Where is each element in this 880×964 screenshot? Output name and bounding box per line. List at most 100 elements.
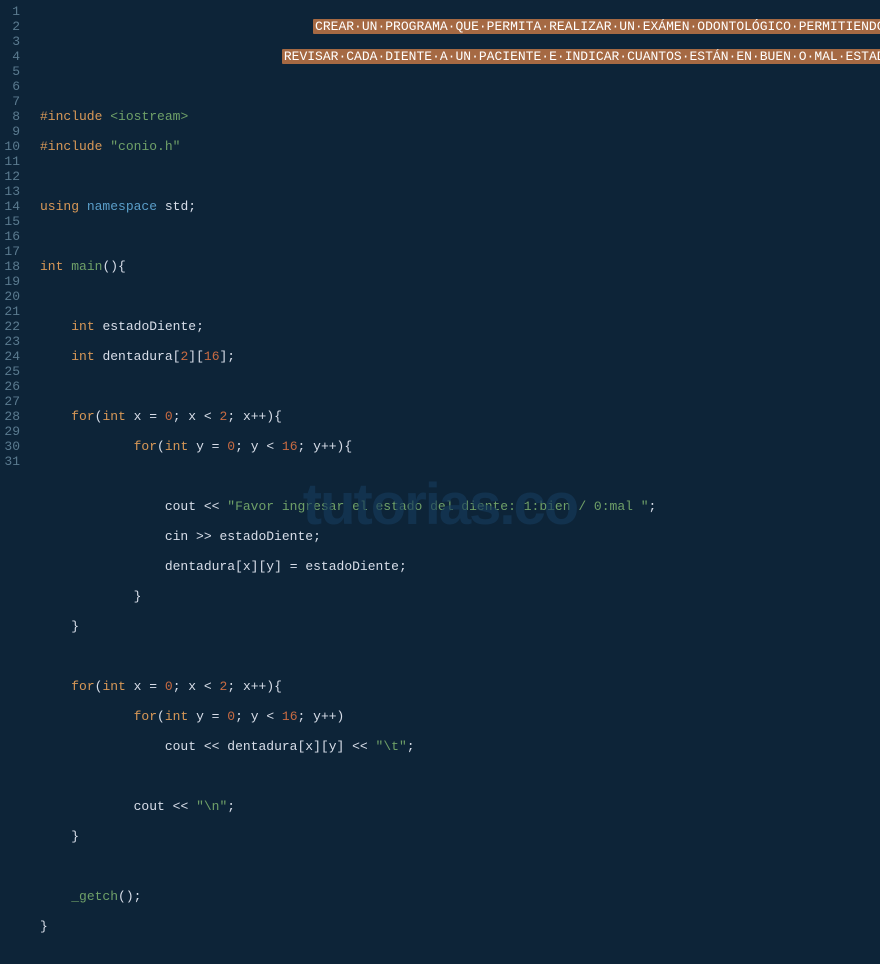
code-line — [40, 649, 880, 664]
line-number: 4 — [4, 49, 20, 64]
identifier: y — [329, 739, 337, 754]
code-line: cout << "\n"; — [40, 799, 880, 814]
comment-highlight: CREAR·UN·PROGRAMA·QUE·PERMITA·REALIZAR·U… — [313, 19, 880, 34]
keyword: for — [71, 409, 94, 424]
keyword: int — [165, 709, 188, 724]
line-number: 1 — [4, 4, 20, 19]
identifier: x — [134, 679, 142, 694]
line-number: 17 — [4, 244, 20, 259]
identifier: x — [305, 739, 313, 754]
string-literal: "\t" — [376, 739, 407, 754]
identifier: cin — [165, 529, 188, 544]
line-number: 13 — [4, 184, 20, 199]
line-number: 14 — [4, 199, 20, 214]
code-line: CREAR·UN·PROGRAMA·QUE·PERMITA·REALIZAR·U… — [40, 19, 880, 34]
keyword: int — [71, 349, 94, 364]
identifier: estadoDiente — [219, 529, 313, 544]
code-line: } — [40, 919, 880, 934]
code-line — [40, 859, 880, 874]
code-line — [40, 229, 880, 244]
code-line: #include <iostream> — [40, 109, 880, 124]
string-literal: "\n" — [196, 799, 227, 814]
identifier: estadoDiente — [305, 559, 399, 574]
line-number: 5 — [4, 64, 20, 79]
line-number: 25 — [4, 364, 20, 379]
line-number: 2 — [4, 19, 20, 34]
code-area[interactable]: CREAR·UN·PROGRAMA·QUE·PERMITA·REALIZAR·U… — [28, 0, 880, 560]
line-number: 22 — [4, 319, 20, 334]
code-line: for(int y = 0; y < 16; y++){ — [40, 439, 880, 454]
code-line — [40, 289, 880, 304]
code-line: int estadoDiente; — [40, 319, 880, 334]
line-number: 10 — [4, 139, 20, 154]
number: 0 — [165, 679, 173, 694]
code-line: using namespace std; — [40, 199, 880, 214]
code-line: _getch(); — [40, 889, 880, 904]
line-number: 26 — [4, 379, 20, 394]
code-line — [40, 379, 880, 394]
line-number: 21 — [4, 304, 20, 319]
line-number: 18 — [4, 259, 20, 274]
keyword: using — [40, 199, 79, 214]
number: 0 — [165, 409, 173, 424]
code-line: REVISAR·CADA·DIENTE·A·UN·PACIENTE·E·INDI… — [40, 49, 880, 64]
identifier: y — [313, 709, 321, 724]
line-number: 12 — [4, 169, 20, 184]
line-number: 16 — [4, 229, 20, 244]
line-number: 24 — [4, 349, 20, 364]
keyword: namespace — [87, 199, 157, 214]
keyword: int — [71, 319, 94, 334]
number: 2 — [180, 349, 188, 364]
line-number: 7 — [4, 94, 20, 109]
keyword: for — [134, 709, 157, 724]
function-call: _getch — [71, 889, 118, 904]
code-line: int dentadura[2][16]; — [40, 349, 880, 364]
keyword: int — [102, 409, 125, 424]
identifier: x — [243, 679, 251, 694]
keyword: int — [165, 439, 188, 454]
line-number: 28 — [4, 409, 20, 424]
code-line: for(int y = 0; y < 16; y++) — [40, 709, 880, 724]
comment-highlight: REVISAR·CADA·DIENTE·A·UN·PACIENTE·E·INDI… — [282, 49, 880, 64]
identifier: y — [313, 439, 321, 454]
line-number-gutter: 1 2 3 4 5 6 7 8 9 10 11 12 13 14 15 16 1… — [0, 0, 28, 560]
line-number: 3 — [4, 34, 20, 49]
code-line: } — [40, 589, 880, 604]
code-line — [40, 169, 880, 184]
code-line: dentadura[x][y] = estadoDiente; — [40, 559, 880, 574]
line-number: 20 — [4, 289, 20, 304]
code-line — [40, 769, 880, 784]
number: 16 — [282, 709, 298, 724]
identifier: std — [165, 199, 188, 214]
identifier: x — [243, 409, 251, 424]
number: 16 — [282, 439, 298, 454]
line-number: 19 — [4, 274, 20, 289]
number: 2 — [220, 409, 228, 424]
include-path: "conio.h" — [110, 139, 180, 154]
identifier: x — [243, 559, 251, 574]
line-number: 23 — [4, 334, 20, 349]
code-line: for(int x = 0; x < 2; x++){ — [40, 409, 880, 424]
identifier: y — [251, 709, 259, 724]
function-name: main — [71, 259, 102, 274]
keyword: int — [40, 259, 63, 274]
line-number: 8 — [4, 109, 20, 124]
keyword: for — [71, 679, 94, 694]
code-line: cout << dentadura[x][y] << "\t"; — [40, 739, 880, 754]
line-number: 31 — [4, 454, 20, 469]
line-number: 9 — [4, 124, 20, 139]
code-line: #include "conio.h" — [40, 139, 880, 154]
line-number: 15 — [4, 214, 20, 229]
number: 0 — [227, 709, 235, 724]
identifier: y — [196, 439, 204, 454]
code-line: } — [40, 829, 880, 844]
code-line — [40, 79, 880, 94]
string-literal: "Favor ingresar el estado del diente: 1:… — [227, 499, 648, 514]
preprocessor: #include — [40, 139, 102, 154]
number: 16 — [204, 349, 220, 364]
identifier: y — [266, 559, 274, 574]
identifier: x — [188, 409, 196, 424]
code-line: } — [40, 619, 880, 634]
identifier: cout — [134, 799, 165, 814]
code-line: int main(){ — [40, 259, 880, 274]
